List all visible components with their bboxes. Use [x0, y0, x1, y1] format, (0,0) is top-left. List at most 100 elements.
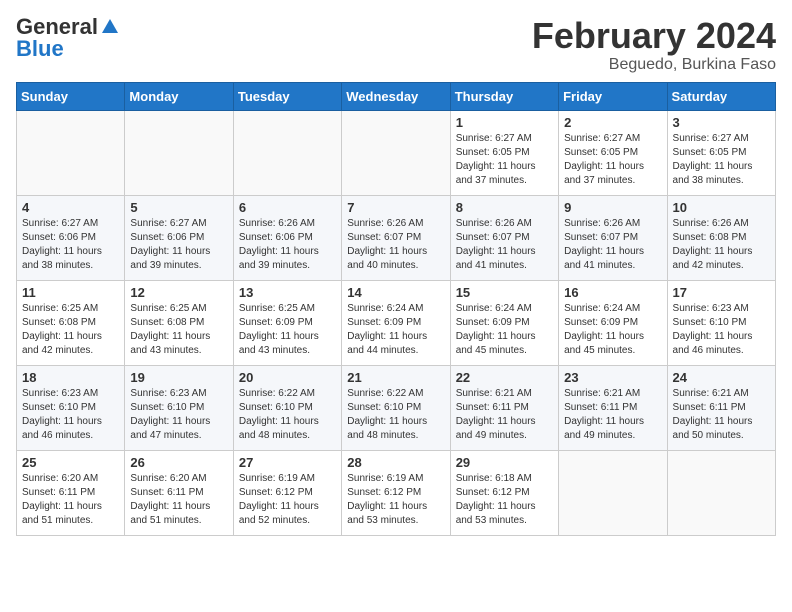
- calendar-cell: 19 Sunrise: 6:23 AM Sunset: 6:10 PM Dayli…: [125, 365, 233, 450]
- calendar-cell: [559, 450, 667, 535]
- calendar-week: 11 Sunrise: 6:25 AM Sunset: 6:08 PM Dayli…: [17, 280, 776, 365]
- calendar-week: 25 Sunrise: 6:20 AM Sunset: 6:11 PM Dayli…: [17, 450, 776, 535]
- calendar-cell: 2 Sunrise: 6:27 AM Sunset: 6:05 PM Daylig…: [559, 110, 667, 195]
- day-info: Sunrise: 6:27 AM Sunset: 6:06 PM Dayligh…: [130, 217, 227, 273]
- calendar-cell: 20 Sunrise: 6:22 AM Sunset: 6:10 PM Dayli…: [233, 365, 341, 450]
- logo-icon: [100, 17, 120, 37]
- weekday-header-sunday: Sunday: [17, 82, 125, 110]
- weekday-header-tuesday: Tuesday: [233, 82, 341, 110]
- calendar-cell: 18Sunrise: 6:23 AM Sunset: 6:10 PM Dayli…: [17, 365, 125, 450]
- calendar-cell: [233, 110, 341, 195]
- day-number: 2: [564, 115, 661, 130]
- day-info: Sunrise: 6:26 AM Sunset: 6:06 PM Dayligh…: [239, 217, 336, 273]
- calendar-cell: 23 Sunrise: 6:21 AM Sunset: 6:11 PM Dayli…: [559, 365, 667, 450]
- day-number: 11: [22, 285, 119, 300]
- weekday-header-friday: Friday: [559, 82, 667, 110]
- day-number: 5: [130, 200, 227, 215]
- calendar-table: SundayMondayTuesdayWednesdayThursdayFrid…: [16, 82, 776, 536]
- calendar-cell: 5 Sunrise: 6:27 AM Sunset: 6:06 PM Daylig…: [125, 195, 233, 280]
- day-info: Sunrise: 6:20 AM Sunset: 6:11 PM Dayligh…: [22, 472, 119, 528]
- logo: General Blue: [16, 16, 120, 60]
- calendar-week: 18Sunrise: 6:23 AM Sunset: 6:10 PM Dayli…: [17, 365, 776, 450]
- day-info: Sunrise: 6:20 AM Sunset: 6:11 PM Dayligh…: [130, 472, 227, 528]
- day-number: 12: [130, 285, 227, 300]
- calendar-cell: 24Sunrise: 6:21 AM Sunset: 6:11 PM Dayli…: [667, 365, 775, 450]
- day-info: Sunrise: 6:21 AM Sunset: 6:11 PM Dayligh…: [564, 387, 661, 443]
- day-info: Sunrise: 6:27 AM Sunset: 6:05 PM Dayligh…: [564, 132, 661, 188]
- calendar-cell: 26Sunrise: 6:20 AM Sunset: 6:11 PM Dayli…: [125, 450, 233, 535]
- calendar-cell: 3Sunrise: 6:27 AM Sunset: 6:05 PM Daylig…: [667, 110, 775, 195]
- calendar-header: SundayMondayTuesdayWednesdayThursdayFrid…: [17, 82, 776, 110]
- day-info: Sunrise: 6:24 AM Sunset: 6:09 PM Dayligh…: [456, 302, 553, 358]
- day-info: Sunrise: 6:26 AM Sunset: 6:07 PM Dayligh…: [456, 217, 553, 273]
- day-info: Sunrise: 6:25 AM Sunset: 6:09 PM Dayligh…: [239, 302, 336, 358]
- calendar-cell: 10 Sunrise: 6:26 AM Sunset: 6:08 PM Dayli…: [667, 195, 775, 280]
- day-number: 6: [239, 200, 336, 215]
- calendar-cell: 16 Sunrise: 6:24 AM Sunset: 6:09 PM Dayli…: [559, 280, 667, 365]
- day-info: Sunrise: 6:26 AM Sunset: 6:07 PM Dayligh…: [564, 217, 661, 273]
- day-info: Sunrise: 6:27 AM Sunset: 6:05 PM Dayligh…: [673, 132, 770, 188]
- calendar-cell: 14 Sunrise: 6:24 AM Sunset: 6:09 PM Dayli…: [342, 280, 450, 365]
- day-info: Sunrise: 6:23 AM Sunset: 6:10 PM Dayligh…: [130, 387, 227, 443]
- day-number: 9: [564, 200, 661, 215]
- calendar-cell: [667, 450, 775, 535]
- day-number: 23: [564, 370, 661, 385]
- weekday-header-saturday: Saturday: [667, 82, 775, 110]
- day-number: 4: [22, 200, 119, 215]
- day-number: 7: [347, 200, 444, 215]
- day-info: Sunrise: 6:23 AM Sunset: 6:10 PM Dayligh…: [22, 387, 119, 443]
- day-number: 13: [239, 285, 336, 300]
- day-number: 10: [673, 200, 770, 215]
- day-info: Sunrise: 6:26 AM Sunset: 6:08 PM Dayligh…: [673, 217, 770, 273]
- day-number: 28: [347, 455, 444, 470]
- calendar-cell: 9 Sunrise: 6:26 AM Sunset: 6:07 PM Daylig…: [559, 195, 667, 280]
- day-number: 19: [130, 370, 227, 385]
- day-info: Sunrise: 6:21 AM Sunset: 6:11 PM Dayligh…: [456, 387, 553, 443]
- day-info: Sunrise: 6:19 AM Sunset: 6:12 PM Dayligh…: [239, 472, 336, 528]
- calendar-cell: 12 Sunrise: 6:25 AM Sunset: 6:08 PM Dayli…: [125, 280, 233, 365]
- day-number: 22: [456, 370, 553, 385]
- calendar-cell: 28Sunrise: 6:19 AM Sunset: 6:12 PM Dayli…: [342, 450, 450, 535]
- day-number: 16: [564, 285, 661, 300]
- calendar-cell: [125, 110, 233, 195]
- calendar-cell: 17 Sunrise: 6:23 AM Sunset: 6:10 PM Dayli…: [667, 280, 775, 365]
- calendar-cell: 27Sunrise: 6:19 AM Sunset: 6:12 PM Dayli…: [233, 450, 341, 535]
- day-info: Sunrise: 6:24 AM Sunset: 6:09 PM Dayligh…: [564, 302, 661, 358]
- calendar-cell: 13 Sunrise: 6:25 AM Sunset: 6:09 PM Dayli…: [233, 280, 341, 365]
- calendar-cell: 25 Sunrise: 6:20 AM Sunset: 6:11 PM Dayli…: [17, 450, 125, 535]
- day-info: Sunrise: 6:22 AM Sunset: 6:10 PM Dayligh…: [239, 387, 336, 443]
- day-number: 29: [456, 455, 553, 470]
- day-number: 20: [239, 370, 336, 385]
- day-number: 8: [456, 200, 553, 215]
- day-number: 15: [456, 285, 553, 300]
- day-info: Sunrise: 6:23 AM Sunset: 6:10 PM Dayligh…: [673, 302, 770, 358]
- weekday-header-wednesday: Wednesday: [342, 82, 450, 110]
- calendar-cell: 21 Sunrise: 6:22 AM Sunset: 6:10 PM Dayli…: [342, 365, 450, 450]
- calendar-cell: 11 Sunrise: 6:25 AM Sunset: 6:08 PM Dayli…: [17, 280, 125, 365]
- weekday-header-monday: Monday: [125, 82, 233, 110]
- calendar-cell: [342, 110, 450, 195]
- calendar-cell: 7 Sunrise: 6:26 AM Sunset: 6:07 PM Daylig…: [342, 195, 450, 280]
- day-info: Sunrise: 6:25 AM Sunset: 6:08 PM Dayligh…: [22, 302, 119, 358]
- month-title: February 2024: [532, 16, 776, 56]
- title-block: February 2024 Beguedo, Burkina Faso: [532, 16, 776, 74]
- day-number: 17: [673, 285, 770, 300]
- calendar-cell: 15 Sunrise: 6:24 AM Sunset: 6:09 PM Dayli…: [450, 280, 558, 365]
- day-info: Sunrise: 6:24 AM Sunset: 6:09 PM Dayligh…: [347, 302, 444, 358]
- day-info: Sunrise: 6:25 AM Sunset: 6:08 PM Dayligh…: [130, 302, 227, 358]
- day-info: Sunrise: 6:26 AM Sunset: 6:07 PM Dayligh…: [347, 217, 444, 273]
- day-number: 21: [347, 370, 444, 385]
- calendar-cell: 29Sunrise: 6:18 AM Sunset: 6:12 PM Dayli…: [450, 450, 558, 535]
- day-number: 25: [22, 455, 119, 470]
- page-header: General Blue February 2024 Beguedo, Burk…: [16, 16, 776, 74]
- day-number: 1: [456, 115, 553, 130]
- calendar-cell: 4 Sunrise: 6:27 AM Sunset: 6:06 PM Daylig…: [17, 195, 125, 280]
- calendar-week: 4 Sunrise: 6:27 AM Sunset: 6:06 PM Daylig…: [17, 195, 776, 280]
- calendar-cell: [17, 110, 125, 195]
- weekday-header-thursday: Thursday: [450, 82, 558, 110]
- location: Beguedo, Burkina Faso: [532, 56, 776, 74]
- calendar-cell: 22 Sunrise: 6:21 AM Sunset: 6:11 PM Dayli…: [450, 365, 558, 450]
- day-info: Sunrise: 6:22 AM Sunset: 6:10 PM Dayligh…: [347, 387, 444, 443]
- day-number: 14: [347, 285, 444, 300]
- day-info: Sunrise: 6:27 AM Sunset: 6:06 PM Dayligh…: [22, 217, 119, 273]
